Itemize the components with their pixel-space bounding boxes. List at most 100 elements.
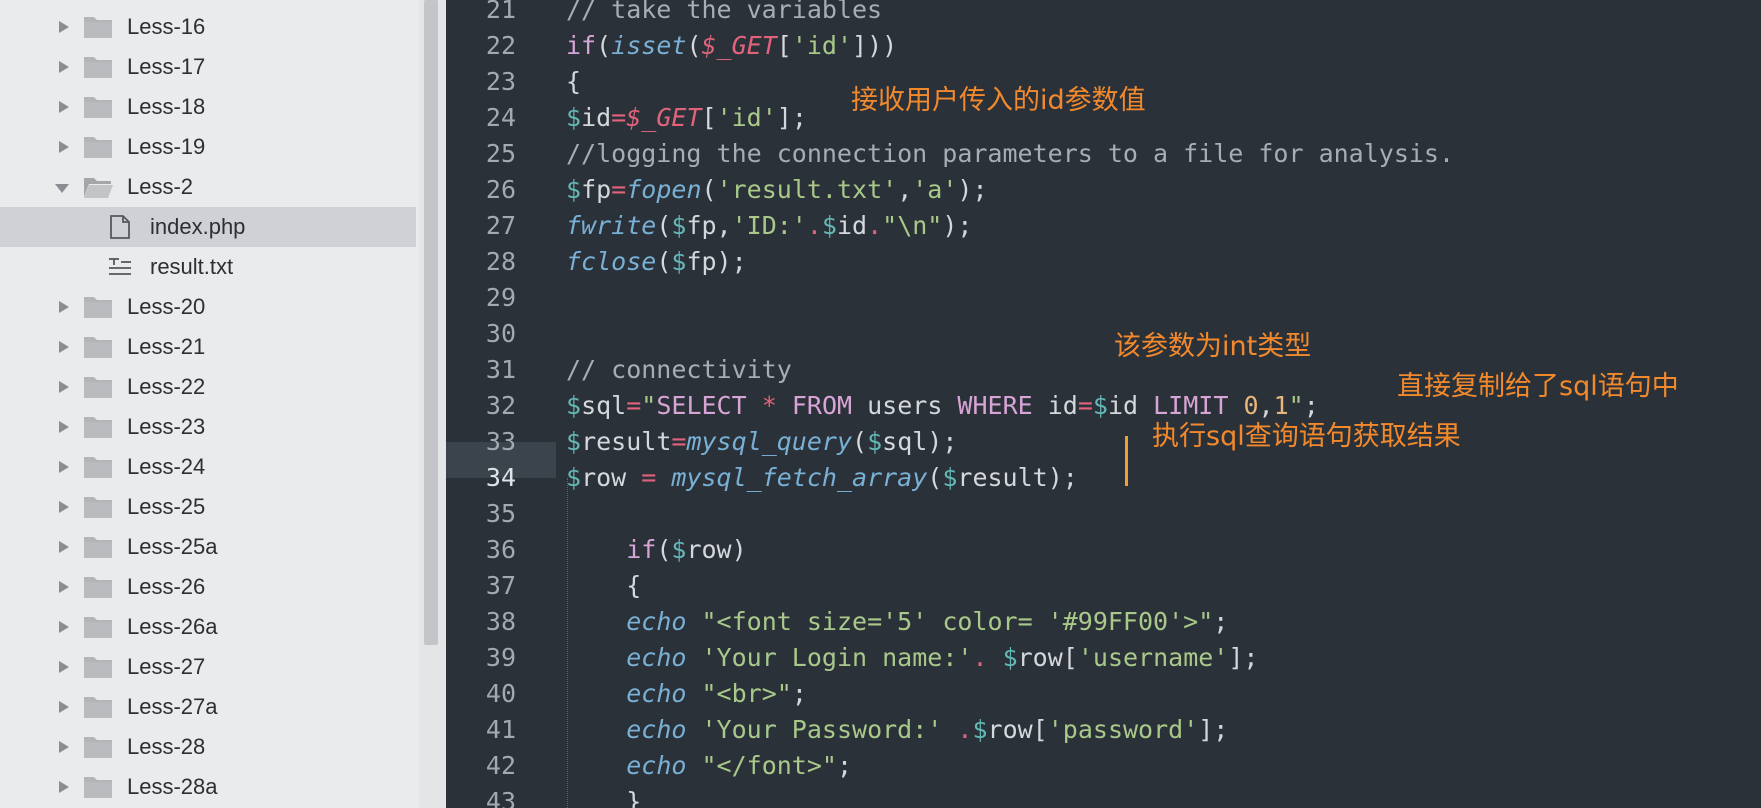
chevron-right-icon[interactable] [59,461,69,473]
code-token: = [641,463,657,492]
code-line[interactable]: } [566,784,641,808]
code-token: ( [596,31,612,60]
code-token: = [611,175,627,204]
code-line[interactable]: { [566,568,641,604]
code-line[interactable]: echo 'Your Password:' .$row['password']; [566,712,1228,748]
sidebar-scrollbar-thumb[interactable] [424,0,438,645]
chevron-right-icon[interactable] [59,381,69,393]
tree-item-label: Less-26 [127,574,206,599]
tree-file-index-php[interactable]: index.php [0,207,416,247]
chevron-right-icon[interactable] [59,301,69,313]
code-line[interactable]: fclose($fp); [566,244,747,280]
code-editor[interactable]: 接收用户传入的id参数值 该参数为int类型 直接复制给了sql语句中 执行sq… [446,0,1761,808]
tree-folder-less-17[interactable]: Less-17 [0,47,416,87]
code-token: ]; [776,103,807,132]
chevron-right-icon[interactable] [59,741,69,753]
chevron-down-icon[interactable] [55,184,69,193]
code-token: 'result.txt' [716,175,898,204]
tree-folder-less-19[interactable]: Less-19 [0,127,416,167]
chevron-right-icon[interactable] [59,781,69,793]
code-token: ]; [1228,643,1259,672]
code-line[interactable]: echo "<font size='5' color= '#99FF00'>"; [566,604,1228,640]
code-token: fopen [626,175,702,204]
chevron-right-icon[interactable] [59,701,69,713]
code-line[interactable]: if($row) [566,532,746,568]
code-token: 'Your Password:' [701,715,943,744]
code-line[interactable]: echo "<br>"; [566,676,807,712]
code-line[interactable]: //logging the connection parameters to a… [566,136,1454,172]
folder-icon [83,335,113,359]
chevron-right-icon[interactable] [59,541,69,553]
chevron-right-icon[interactable] [59,581,69,593]
tree-folder-less-28[interactable]: Less-28 [0,727,416,767]
code-token: . [806,211,822,240]
code-line[interactable]: $result=mysql_query($sql); [566,424,957,460]
code-line[interactable]: $id=$_GET['id']; [566,100,807,136]
tree-folder-less-2[interactable]: Less-2 [0,167,416,207]
chevron-right-icon[interactable] [59,141,69,153]
tree-item-label: Less-28a [127,774,218,799]
chevron-right-icon[interactable] [59,501,69,513]
code-token: fwrite [566,211,657,240]
code-token: = [671,427,687,456]
code-line[interactable]: $sql="SELECT * FROM users WHERE id=$id L… [566,388,1319,424]
code-line[interactable]: echo "</font>"; [566,748,852,784]
tree-folder-less-28a[interactable]: Less-28a [0,767,416,807]
code-token: result); [957,463,1078,492]
code-token: ( [686,31,702,60]
tree-folder-less-20[interactable]: Less-20 [0,287,416,327]
code-line[interactable]: echo 'Your Login name:'. $row['username'… [566,640,1258,676]
tree-folder-less-21[interactable]: Less-21 [0,327,416,367]
tree-folder-less-16[interactable]: Less-16 [0,7,416,47]
code-token: . [972,643,988,672]
chevron-right-icon[interactable] [59,341,69,353]
code-token: if [566,31,597,60]
code-token: mysql_query [686,427,853,456]
code-token: $_GET [701,31,777,60]
folder-icon [83,55,113,79]
code-line[interactable]: $row = mysql_fetch_array($result); [566,460,1078,496]
code-token: ( [701,175,717,204]
tree-folder-less-25[interactable]: Less-25 [0,487,416,527]
tree-folder-less-24[interactable]: Less-24 [0,447,416,487]
code-line[interactable]: // take the variables [566,0,882,28]
tree-folder-less-27a[interactable]: Less-27a [0,687,416,727]
code-token: echo [626,643,687,672]
code-token: row[ [987,715,1048,744]
tree-file-result-txt[interactable]: result.txt [0,247,416,287]
code-line[interactable]: fwrite($fp,'ID:'.$id."\n"); [566,208,972,244]
tree-folder-less-25a[interactable]: Less-25a [0,527,416,567]
tree-folder-less-23[interactable]: Less-23 [0,407,416,447]
annotation-copy-to-sql: 直接复制给了sql语句中 [1397,371,1679,402]
code-line[interactable]: $fp=fopen('result.txt','a'); [566,172,988,208]
chevron-right-icon[interactable] [59,61,69,73]
code-line[interactable]: { [566,64,581,100]
code-token: 'ID:' [731,211,807,240]
tree-folder-less-22[interactable]: Less-22 [0,367,416,407]
chevron-right-icon[interactable] [59,421,69,433]
tree-folder-less-26a[interactable]: Less-26a [0,607,416,647]
folder-icon [83,95,113,119]
code-token: 0 [1243,391,1259,420]
chevron-right-icon[interactable] [59,21,69,33]
code-token: ( [656,535,672,564]
text-cursor [1125,436,1128,486]
code-line[interactable]: // connectivity [566,352,792,388]
chevron-right-icon[interactable] [59,661,69,673]
code-token: LIMIT [1153,391,1229,420]
code-line[interactable]: if(isset($_GET['id'])) [566,28,897,64]
line-number: 32 [485,391,516,420]
tree-folder-less-18[interactable]: Less-18 [0,87,416,127]
code-token: $ [566,175,582,204]
code-token: id [1032,391,1078,420]
tree-folder-less-26[interactable]: Less-26 [0,567,416,607]
chevron-right-icon[interactable] [59,101,69,113]
tree-folder-less-27[interactable]: Less-27 [0,647,416,687]
chevron-right-icon[interactable] [59,621,69,633]
code-token: id [581,103,612,132]
